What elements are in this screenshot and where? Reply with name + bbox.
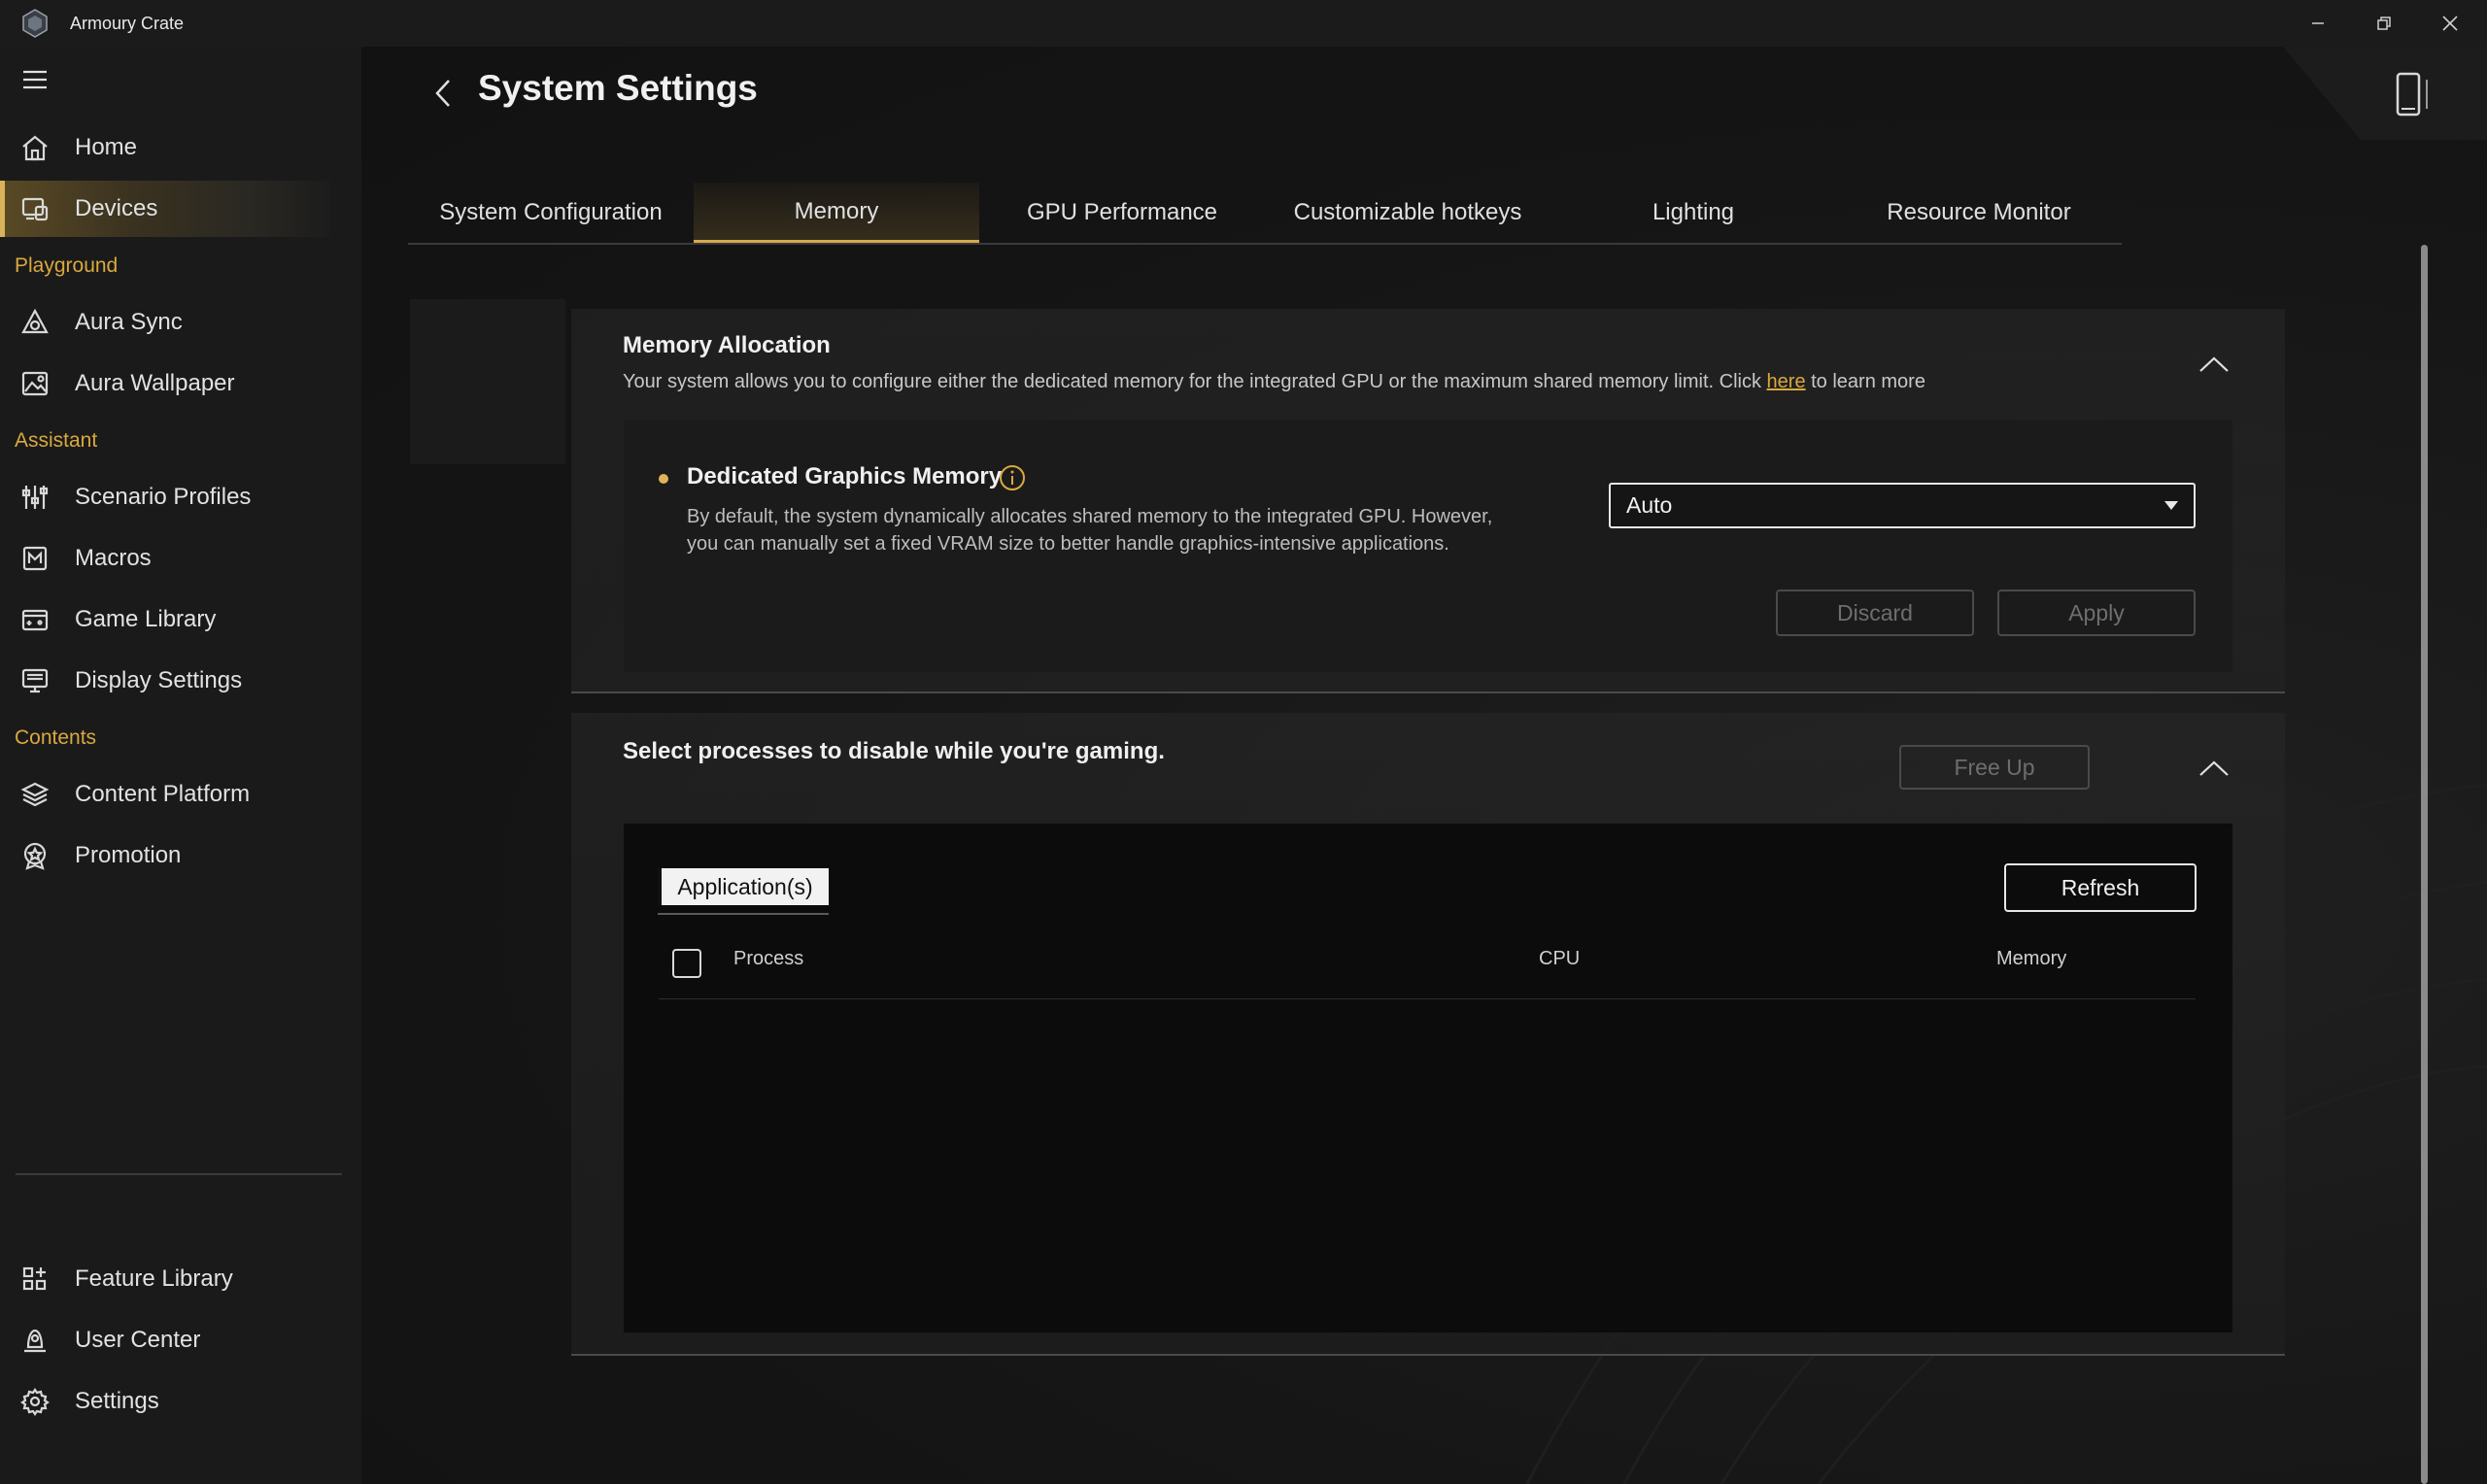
process-list-panel xyxy=(624,824,2232,1332)
sidebar-item-label: Content Platform xyxy=(75,781,251,807)
restore-icon xyxy=(2377,17,2391,30)
restore-button[interactable] xyxy=(2351,0,2417,47)
promotion-icon xyxy=(19,840,51,871)
apply-button[interactable]: Apply xyxy=(1997,590,2196,636)
minimize-button[interactable] xyxy=(2285,0,2351,47)
chevron-down-icon xyxy=(2164,501,2178,510)
title-bar: Armoury Crate xyxy=(0,0,2487,47)
sidebar-item-content-platform[interactable]: Content Platform xyxy=(0,766,330,823)
dedicated-graphics-memory-title: Dedicated Graphics Memory xyxy=(687,463,1003,489)
sidebar-item-devices[interactable]: Devices xyxy=(0,181,330,237)
sidebar-item-macros[interactable]: Macros xyxy=(0,530,330,587)
tab-customizable-hotkeys[interactable]: Customizable hotkeys xyxy=(1265,183,1550,243)
select-all-checkbox[interactable] xyxy=(672,949,701,978)
info-icon[interactable] xyxy=(999,464,1026,491)
wallpaper-icon xyxy=(19,368,51,399)
section-label-playground: Playground xyxy=(15,254,119,277)
user-icon xyxy=(19,1325,51,1356)
sidebar-item-label: User Center xyxy=(75,1327,201,1353)
device-toggle-icon[interactable] xyxy=(2392,70,2438,118)
collapse-chevron-up-icon[interactable] xyxy=(2197,758,2231,779)
app-title: Armoury Crate xyxy=(70,14,185,33)
sidebar-item-label: Macros xyxy=(75,545,152,571)
layers-icon xyxy=(19,779,51,810)
applications-tab[interactable]: Application(s) xyxy=(658,868,829,905)
game-library-icon xyxy=(19,604,51,635)
learn-more-link[interactable]: here xyxy=(1767,371,1806,392)
applications-tab-underline xyxy=(658,913,829,915)
feature-library-icon xyxy=(19,1264,51,1295)
sidebar-item-user-center[interactable]: User Center xyxy=(0,1312,330,1368)
close-icon xyxy=(2442,16,2458,31)
memory-allocation-description: Your system allows you to configure eith… xyxy=(623,371,1925,393)
tab-resource-monitor[interactable]: Resource Monitor xyxy=(1836,183,2122,243)
close-button[interactable] xyxy=(2417,0,2483,47)
description-text-end: to learn more xyxy=(1805,371,1925,392)
sidebar-item-aura-wallpaper[interactable]: Aura Wallpaper xyxy=(0,355,330,412)
collapse-chevron-up-icon[interactable] xyxy=(2197,354,2231,375)
table-header-divider xyxy=(659,998,2196,999)
sidebar-item-game-library[interactable]: Game Library xyxy=(0,591,330,648)
hamburger-menu-icon[interactable] xyxy=(21,68,49,91)
top-right-panel xyxy=(2283,47,2487,140)
discard-button[interactable]: Discard xyxy=(1776,590,1974,636)
column-header-cpu[interactable]: CPU xyxy=(1539,948,1580,970)
description-line: By default, the system dynamically alloc… xyxy=(687,506,1493,527)
sidebar-item-label: Devices xyxy=(75,195,158,221)
main-scrollbar[interactable] xyxy=(2421,245,2428,1484)
aura-sync-icon xyxy=(19,307,51,338)
gear-icon xyxy=(19,1386,51,1417)
option-bullet xyxy=(659,474,668,484)
sidebar-item-label: Aura Sync xyxy=(75,309,183,335)
free-up-button[interactable]: Free Up xyxy=(1899,745,2090,790)
sidebar-item-label: Settings xyxy=(75,1388,159,1414)
sidebar-item-label: Promotion xyxy=(75,842,182,868)
sidebar-item-label: Scenario Profiles xyxy=(75,484,252,510)
dedicated-memory-select[interactable]: Auto xyxy=(1609,483,2196,528)
tab-memory[interactable]: Memory xyxy=(694,183,979,243)
column-header-memory[interactable]: Memory xyxy=(1996,948,2066,970)
select-value: Auto xyxy=(1626,492,1673,518)
sidebar-item-label: Game Library xyxy=(75,606,217,632)
armoury-crate-logo-icon xyxy=(22,9,48,38)
refresh-button[interactable]: Refresh xyxy=(2004,863,2197,912)
description-text: Your system allows you to configure eith… xyxy=(623,371,1767,392)
tab-bar: System Configuration Memory GPU Performa… xyxy=(408,183,2122,245)
tab-lighting[interactable]: Lighting xyxy=(1550,183,1836,243)
memory-allocation-title: Memory Allocation xyxy=(623,332,831,358)
sidebar-item-label: Display Settings xyxy=(75,667,243,693)
sidebar-item-feature-library[interactable]: Feature Library xyxy=(0,1251,330,1307)
sidebar-item-scenario-profiles[interactable]: Scenario Profiles xyxy=(0,469,330,525)
page-title: System Settings xyxy=(478,68,758,108)
sliders-icon xyxy=(19,482,51,513)
section-label-contents: Contents xyxy=(15,726,97,749)
display-icon xyxy=(19,665,51,696)
tab-system-configuration[interactable]: System Configuration xyxy=(408,183,694,243)
devices-icon xyxy=(19,193,51,224)
sidebar-item-label: Aura Wallpaper xyxy=(75,370,235,396)
sidebar-item-aura-sync[interactable]: Aura Sync xyxy=(0,294,330,351)
sidebar-item-home[interactable]: Home xyxy=(0,119,330,176)
section-label-assistant: Assistant xyxy=(15,429,98,452)
back-arrow-icon[interactable] xyxy=(429,76,457,111)
dedicated-graphics-memory-description: By default, the system dynamically alloc… xyxy=(687,503,1542,557)
sidebar-item-label: Feature Library xyxy=(75,1265,233,1292)
processes-title: Select processes to disable while you're… xyxy=(623,738,1165,764)
description-line: you can manually set a fixed VRAM size t… xyxy=(687,533,1449,555)
sidebar-item-display-settings[interactable]: Display Settings xyxy=(0,653,330,709)
sidebar-item-settings[interactable]: Settings xyxy=(0,1373,330,1430)
home-icon xyxy=(19,132,51,163)
sidebar-item-label: Home xyxy=(75,134,138,160)
macros-icon xyxy=(19,543,51,574)
tab-gpu-performance[interactable]: GPU Performance xyxy=(979,183,1265,243)
sidebar-divider xyxy=(16,1173,342,1175)
column-header-process[interactable]: Process xyxy=(733,948,803,970)
sidebar-item-promotion[interactable]: Promotion xyxy=(0,827,330,884)
minimize-icon xyxy=(2312,22,2324,24)
